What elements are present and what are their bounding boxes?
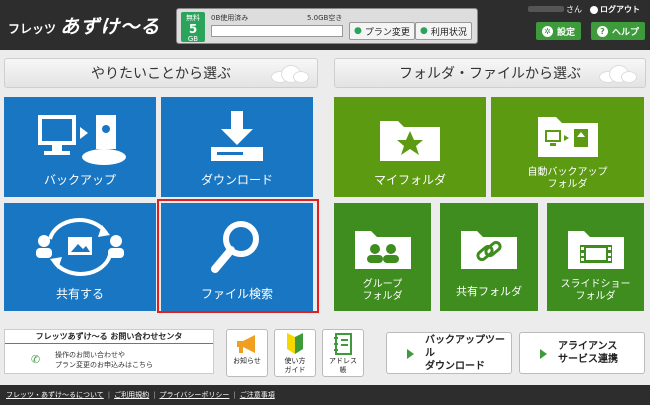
group-folder-label: グループ フォルダ — [362, 279, 403, 302]
contact-description: 操作のお問い合わせや プラン変更のお申込みはこちら — [55, 351, 153, 369]
auto-backup-folder-label: 自動バックアップ フォルダ — [527, 167, 608, 190]
section-header-actions: やりたいことから選ぶ — [4, 58, 318, 88]
my-folder-label: マイフォルダ — [373, 173, 446, 187]
logout-icon — [590, 5, 598, 14]
backup-tool-download-button[interactable]: バックアップツール ダウンロード — [386, 332, 512, 374]
backup-tile[interactable]: バックアップ — [4, 97, 156, 197]
news-button[interactable]: お知らせ — [226, 329, 268, 377]
group-folder-tile[interactable]: グループ フォルダ — [334, 203, 431, 311]
footer-link-notes[interactable]: ご注意事項 — [240, 390, 275, 400]
logo-small-text: フレッツ — [8, 22, 57, 36]
section-header-folders: フォルダ・ファイルから選ぶ — [334, 58, 646, 88]
folder-film-icon — [567, 231, 624, 269]
settings-button[interactable]: ✲ 設定 — [536, 22, 582, 40]
play-arrow-icon — [407, 349, 414, 359]
cloud-icon — [267, 63, 311, 85]
footer-link-terms[interactable]: ご利用規約 — [114, 390, 149, 400]
contact-center-panel[interactable]: フレッツあずけ〜る お問い合わせセンタ ✆ 操作のお問い合わせや プラン変更のお… — [4, 329, 214, 374]
beginner-mark-icon — [287, 333, 303, 354]
free-storage-text: 5.0GB空き — [307, 14, 343, 22]
storage-usage-panel: 無料 5 GB 0B使用済み 5.0GB空き ● プラン変更 ● 利用状況 — [176, 8, 478, 44]
gear-icon: ✲ — [542, 25, 553, 37]
backup-icon — [38, 115, 126, 165]
auto-backup-folder-tile[interactable]: 自動バックアップ フォルダ — [491, 97, 644, 197]
share-label: 共有する — [55, 287, 104, 301]
address-book-button[interactable]: アドレス 帳 — [322, 329, 364, 377]
user-name: さん — [528, 4, 582, 15]
usage-status-button[interactable]: ● 利用状況 — [415, 22, 472, 40]
shared-folder-tile[interactable]: 共有フォルダ — [440, 203, 538, 311]
play-arrow-icon — [540, 349, 547, 359]
my-folder-tile[interactable]: マイフォルダ — [334, 97, 486, 197]
usage-bar — [211, 25, 343, 37]
app-header: フレッツ あずけ〜る 無料 5 GB 0B使用済み 5.0GB空き ● プラン変… — [0, 0, 650, 50]
folder-star-icon — [380, 121, 440, 161]
slideshow-folder-label: スライドショー フォルダ — [560, 279, 631, 302]
phone-icon: ✆ — [31, 353, 41, 366]
user-row: さん ログアウト — [528, 4, 640, 15]
arrow-circle-icon: ● — [420, 26, 428, 36]
footer-link-about[interactable]: フレッツ・あずけ〜るについて — [6, 390, 104, 400]
plan-change-button[interactable]: ● プラン変更 — [349, 22, 415, 40]
selection-highlight — [157, 199, 319, 313]
shared-folder-label: 共有フォルダ — [456, 285, 522, 298]
cloud-icon — [595, 63, 639, 85]
question-icon: ? — [597, 25, 608, 37]
download-label: ダウンロード — [200, 173, 273, 187]
alliance-service-button[interactable]: アライアンス サービス連携 — [519, 332, 645, 374]
megaphone-icon — [237, 335, 255, 353]
footer: フレッツ・あずけ〜るについて | ご利用規約 | プライバシーポリシー | ご注… — [0, 385, 650, 405]
download-icon — [211, 111, 263, 161]
arrow-circle-icon: ● — [354, 26, 362, 36]
download-tile[interactable]: ダウンロード — [161, 97, 313, 197]
guide-button[interactable]: 使い方 ガイド — [274, 329, 316, 377]
share-icon — [36, 218, 124, 276]
folder-backup-icon — [537, 117, 598, 157]
backup-label: バックアップ — [43, 173, 116, 187]
app-logo[interactable]: フレッツ あずけ〜る — [8, 12, 160, 39]
plan-badge: 無料 5 GB — [181, 12, 205, 43]
logo-big-text: あずけ〜る — [60, 16, 161, 38]
folder-link-icon — [461, 231, 517, 269]
folder-group-icon — [354, 231, 411, 269]
share-tile[interactable]: 共有する — [4, 203, 156, 311]
slideshow-folder-tile[interactable]: スライドショー フォルダ — [547, 203, 644, 311]
contact-title: フレッツあずけ〜る お問い合わせセンタ — [5, 330, 213, 344]
used-storage-text: 0B使用済み — [211, 14, 249, 22]
address-book-icon — [334, 333, 352, 355]
footer-link-privacy[interactable]: プライバシーポリシー — [160, 390, 230, 400]
logout-link[interactable]: ログアウト — [590, 4, 640, 15]
help-button[interactable]: ? ヘルプ — [591, 22, 646, 40]
